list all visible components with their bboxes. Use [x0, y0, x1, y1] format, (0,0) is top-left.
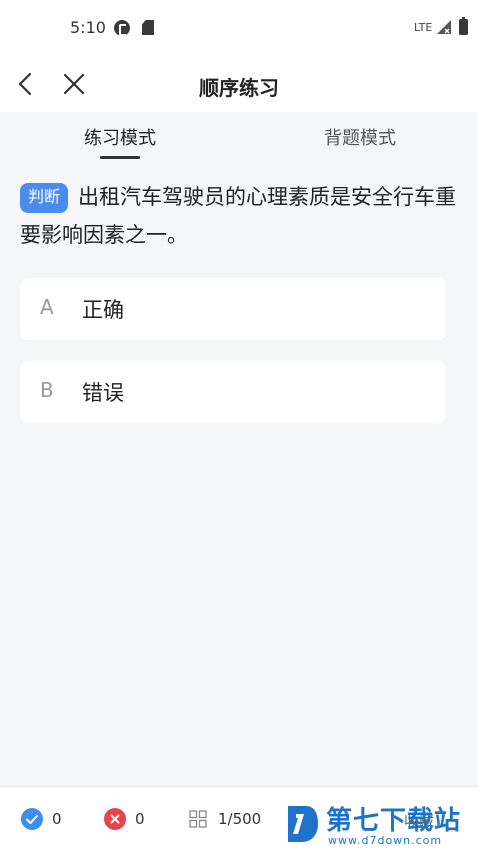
correct-count: 0 — [52, 810, 62, 828]
sd-card-icon — [142, 20, 154, 35]
cross-circle-icon — [104, 808, 126, 830]
network-type: LTE — [414, 21, 433, 34]
status-time: 5:10 — [70, 18, 106, 37]
mode-tabs: 练习模式 背题模式 — [0, 112, 478, 164]
watermark-title: 第七下载站 — [326, 806, 462, 836]
watermark-logo-icon — [288, 806, 318, 842]
question: 判断 出租汽车驾驶员的心理素质是安全行车重要影响因素之一。 — [20, 178, 464, 254]
question-text: 出租汽车驾驶员的心理素质是安全行车重要影响因素之一。 — [20, 185, 457, 247]
tab-practice-mode[interactable]: 练习模式 — [20, 124, 220, 150]
battery-icon — [459, 17, 468, 35]
option-text: 错误 — [82, 381, 124, 405]
option-a[interactable]: A 正确 — [20, 278, 446, 340]
page-title: 顺序练习 — [199, 76, 279, 100]
option-letter: B — [40, 378, 54, 402]
option-text: 正确 — [82, 298, 124, 322]
app-notification-icon — [114, 20, 130, 36]
watermark: 第七下载站 www.d7down.com — [282, 798, 478, 850]
grid-icon[interactable] — [189, 810, 207, 828]
option-letter: A — [40, 295, 54, 319]
nav-bar: 顺序练习 — [0, 56, 478, 112]
active-tab-indicator — [100, 156, 140, 159]
status-bar: 5:10 LTE — [0, 0, 478, 56]
question-type-badge: 判断 — [20, 183, 69, 213]
watermark-url: www.d7down.com — [328, 834, 443, 847]
option-b[interactable]: B 错误 — [20, 361, 446, 423]
tab-memorize-mode[interactable]: 背题模式 — [260, 124, 460, 150]
wrong-count: 0 — [135, 810, 145, 828]
check-circle-icon — [21, 808, 43, 830]
question-progress[interactable]: 1/500 — [218, 810, 261, 828]
signal-icon — [437, 20, 451, 34]
